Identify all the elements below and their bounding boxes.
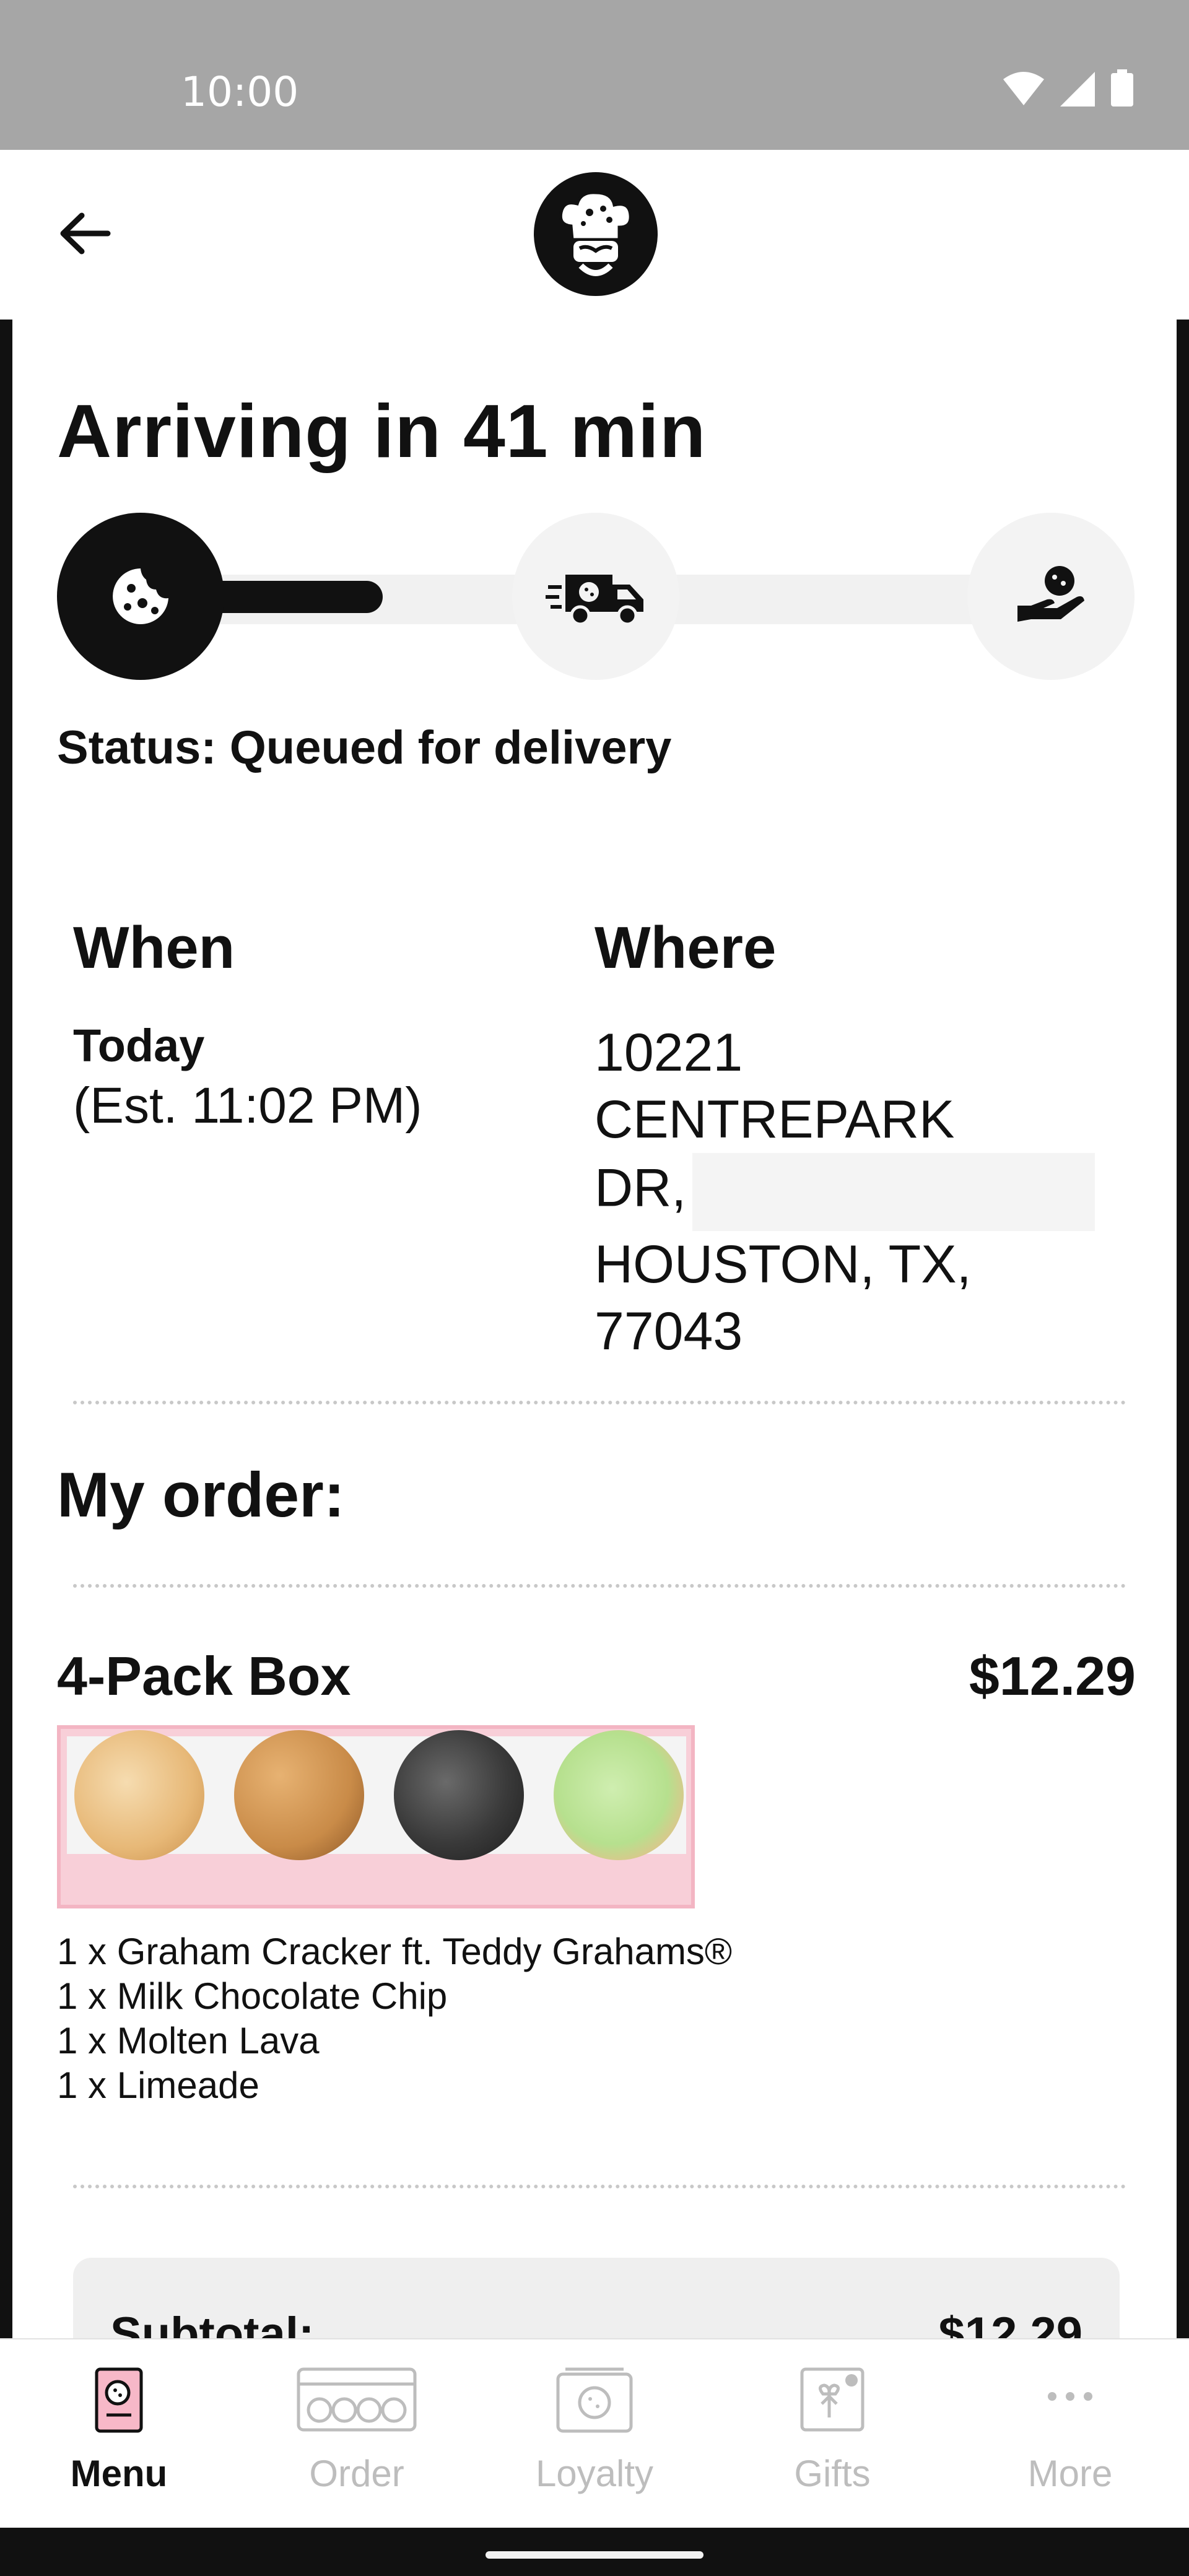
when-time: (Est. 11:02 PM): [73, 1077, 422, 1134]
divider: [73, 1401, 1126, 1404]
nav-label: Menu: [70, 2453, 168, 2494]
order-item-name: 4-Pack Box: [57, 1645, 351, 1707]
subtotal-label: Subtotal:: [110, 2308, 315, 2338]
nav-label: Order: [309, 2453, 404, 2494]
where-label: Where: [594, 915, 777, 981]
nav-label: Gifts: [794, 2453, 871, 2494]
my-order-heading: My order:: [57, 1460, 345, 1530]
address-line-text: DR,: [594, 1158, 687, 1218]
nav-more[interactable]: More: [951, 2339, 1189, 2528]
divider: [73, 1584, 1126, 1588]
nav-label: Loyalty: [535, 2453, 654, 2494]
order-tracking-content[interactable]: Arriving in 41 min Status: Queued for de…: [0, 320, 1189, 2338]
order-progress: [57, 513, 1147, 686]
molten-lava-cookie: [394, 1730, 524, 1860]
order-item-price: $12.29: [969, 1645, 1136, 1707]
loyalty-card-icon: [556, 2367, 633, 2433]
milk-chocolate-chip-cookie: [234, 1730, 364, 1860]
address-line: DR,: [594, 1153, 1115, 1231]
address-line: 77043: [594, 1302, 743, 1361]
when-section: When Today (Est. 11:02 PM): [73, 914, 556, 1135]
nav-order[interactable]: Order: [238, 2339, 476, 2528]
menu-card-icon: [95, 2367, 143, 2433]
nav-loyalty[interactable]: Loyalty: [476, 2339, 713, 2528]
cookie-box-icon: [297, 2367, 417, 2432]
back-button[interactable]: [51, 199, 119, 268]
divider: [73, 2185, 1126, 2188]
delivery-address: 10221 CENTREPARK DR, HOUSTON, TX, 77043: [594, 1019, 1115, 1365]
subtotal-card: Subtotal: $12.29: [73, 2258, 1120, 2338]
status-icons: [1003, 69, 1133, 107]
address-line: 10221: [594, 1023, 743, 1082]
more-dots-icon: [1048, 2392, 1092, 2401]
delivery-truck-icon: [546, 575, 643, 626]
battery-icon: [1111, 69, 1133, 107]
cookie-bite-icon: [113, 568, 168, 624]
when-label: When: [73, 915, 235, 981]
chef-logo-icon: [559, 191, 632, 276]
gesture-bar: [0, 2528, 1189, 2576]
nav-gifts[interactable]: Gifts: [713, 2339, 951, 2528]
address-line: CENTREPARK: [594, 1090, 955, 1149]
status-time: 10:00: [181, 68, 299, 116]
step-baking: [57, 513, 224, 680]
app-bar: [0, 150, 1189, 320]
nav-menu[interactable]: Menu: [0, 2339, 238, 2528]
where-section: Where 10221 CENTREPARK DR, HOUSTON, TX, …: [594, 914, 1115, 1365]
bottom-navigation: Menu Order Loyalty Gifts More: [0, 2338, 1189, 2528]
when-day: Today: [73, 1020, 205, 1071]
list-item: 1 x Molten Lava: [57, 2020, 320, 2061]
brand-logo: [534, 172, 658, 296]
gift-card-icon: [800, 2367, 865, 2432]
list-item: 1 x Limeade: [57, 2065, 259, 2106]
step-delivery: [512, 513, 679, 680]
home-indicator[interactable]: [486, 2551, 703, 2559]
graham-cracker-cookie: [74, 1730, 204, 1860]
cookie-row: [67, 1730, 686, 1860]
step-handoff: [967, 513, 1135, 680]
arrow-left-icon: [60, 212, 111, 255]
arrival-title: Arriving in 41 min: [57, 389, 707, 473]
subtotal-value: $12.29: [938, 2308, 1082, 2338]
wifi-icon: [1003, 72, 1044, 105]
order-status-text: Status: Queued for delivery: [57, 721, 672, 774]
signal-icon: [1060, 72, 1095, 107]
cookie-box-image: [57, 1725, 695, 1908]
status-bar: 10:00: [0, 0, 1189, 150]
redacted-address: [692, 1153, 1095, 1231]
list-item: 1 x Milk Chocolate Chip: [57, 1975, 448, 2017]
hand-cookie-icon: [1017, 566, 1084, 622]
limeade-cookie: [554, 1730, 684, 1860]
list-item: 1 x Graham Cracker ft. Teddy Grahams®: [57, 1931, 733, 1972]
address-line: HOUSTON, TX,: [594, 1235, 972, 1294]
nav-label: More: [1027, 2453, 1113, 2494]
order-item-lines: 1 x Graham Cracker ft. Teddy Grahams® 1 …: [57, 1930, 732, 2108]
